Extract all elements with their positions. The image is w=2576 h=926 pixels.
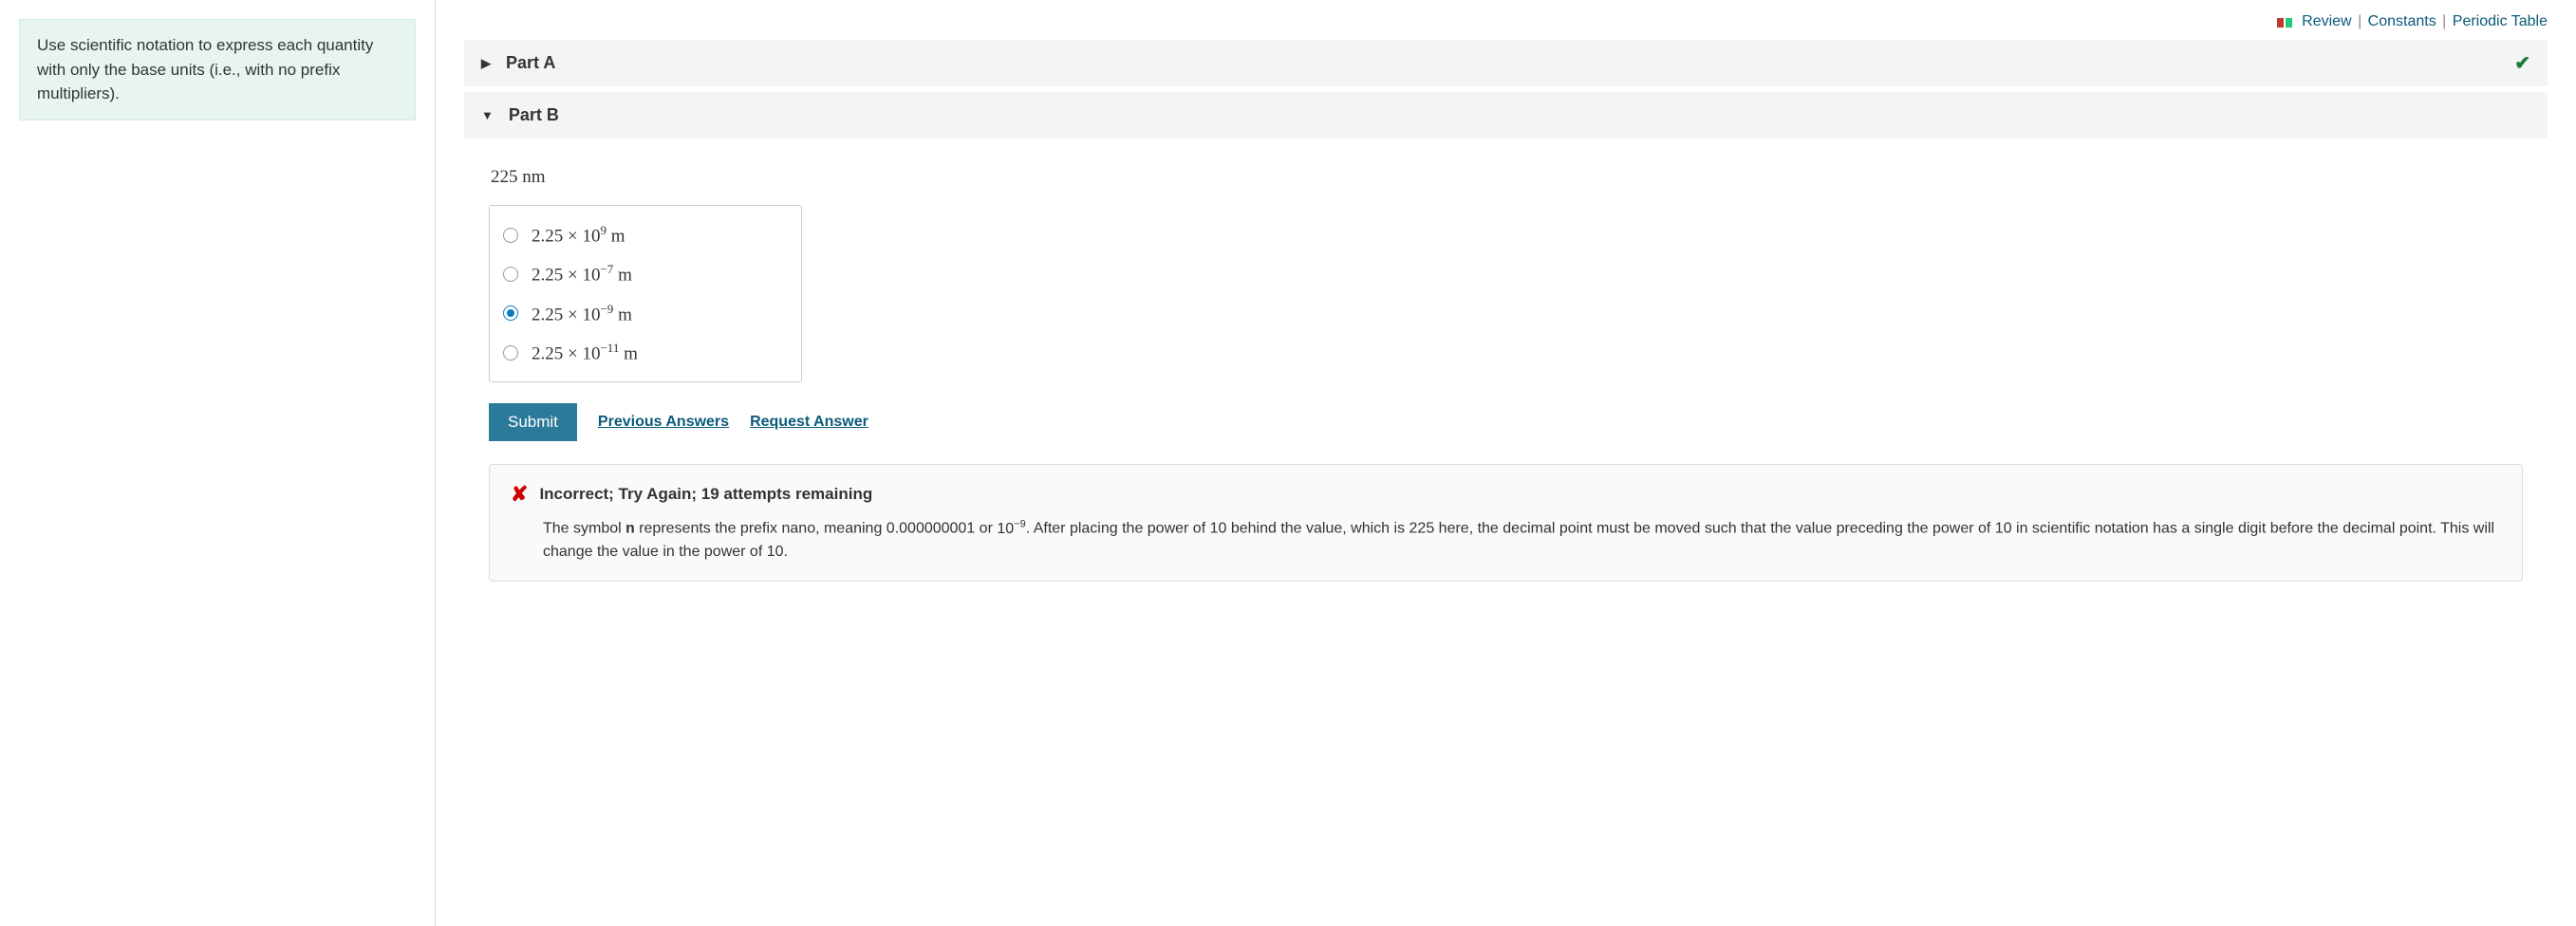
option-row-1[interactable]: 2.25 × 10−7 m [503, 254, 788, 293]
option-row-0[interactable]: 2.25 × 109 m [503, 215, 788, 254]
option-row-2[interactable]: 2.25 × 10−9 m [503, 294, 788, 333]
link-periodic-table[interactable]: Periodic Table [2453, 13, 2548, 29]
incorrect-icon: ✘ [511, 482, 528, 507]
option-math: 2.25 × 10−11 m [532, 341, 638, 364]
submit-button[interactable]: Submit [489, 403, 577, 441]
separator: | [2358, 13, 2361, 29]
fb-symbol: n [625, 521, 635, 538]
left-panel: Use scientific notation to express each … [0, 0, 436, 926]
request-answer-link[interactable]: Request Answer [750, 414, 868, 431]
fb-value: 225 [1409, 521, 1435, 537]
instruction-box: Use scientific notation to express each … [19, 19, 416, 120]
fb-pow: 10−9 [997, 521, 1025, 537]
fb-decimal: 0.000000001 [887, 521, 975, 537]
part-b-label: Part B [509, 105, 559, 125]
option-math: 2.25 × 109 m [532, 223, 625, 247]
feedback-box: ✘ Incorrect; Try Again; 19 attempts rema… [489, 464, 2523, 581]
part-a-header[interactable]: ▶ Part A ✔ [464, 40, 2548, 86]
right-panel: Review | Constants | Periodic Table ▶ Pa… [436, 0, 2576, 926]
feedback-title: Incorrect; Try Again; 19 attempts remain… [539, 485, 872, 504]
previous-answers-link[interactable]: Previous Answers [598, 414, 729, 431]
question-text: 225 nm [491, 167, 2523, 188]
expand-icon: ▶ [481, 56, 491, 71]
radio-button[interactable] [503, 306, 518, 321]
fb-exp: −9 [1014, 518, 1026, 529]
feedback-body: The symbol n represents the prefix nano,… [543, 516, 2501, 563]
options-box: 2.25 × 109 m 2.25 × 10−7 m 2.25 × 10−9 m 2.… [489, 205, 802, 382]
option-math: 2.25 × 10−7 m [532, 262, 632, 286]
part-a-label: Part A [506, 53, 555, 73]
top-links: Review | Constants | Periodic Table [464, 9, 2548, 40]
fb-t4: . After placing the power of 10 behind t… [1026, 521, 1409, 537]
action-row: Submit Previous Answers Request Answer [489, 403, 2523, 441]
separator: | [2442, 13, 2446, 29]
collapse-icon: ▼ [481, 108, 494, 122]
option-math: 2.25 × 10−9 m [532, 302, 632, 325]
fb-t1: The symbol [543, 521, 625, 537]
part-b-header[interactable]: ▼ Part B [464, 92, 2548, 139]
part-b-body: 225 nm 2.25 × 109 m2.25 × 10−7 m2.25 × 1… [464, 144, 2548, 597]
radio-button[interactable] [503, 228, 518, 243]
feedback-header: ✘ Incorrect; Try Again; 19 attempts rema… [511, 482, 2501, 507]
radio-button[interactable] [503, 267, 518, 282]
instruction-text: Use scientific notation to express each … [37, 36, 373, 102]
link-review[interactable]: Review [2302, 13, 2351, 29]
book-icon [2277, 16, 2292, 28]
fb-t3: or [975, 521, 997, 537]
option-row-3[interactable]: 2.25 × 10−11 m [503, 333, 788, 372]
link-constants[interactable]: Constants [2368, 13, 2436, 29]
checkmark-icon: ✔ [2514, 51, 2530, 75]
radio-button[interactable] [503, 345, 518, 361]
fb-t2: represents the prefix nano, meaning [635, 521, 887, 537]
